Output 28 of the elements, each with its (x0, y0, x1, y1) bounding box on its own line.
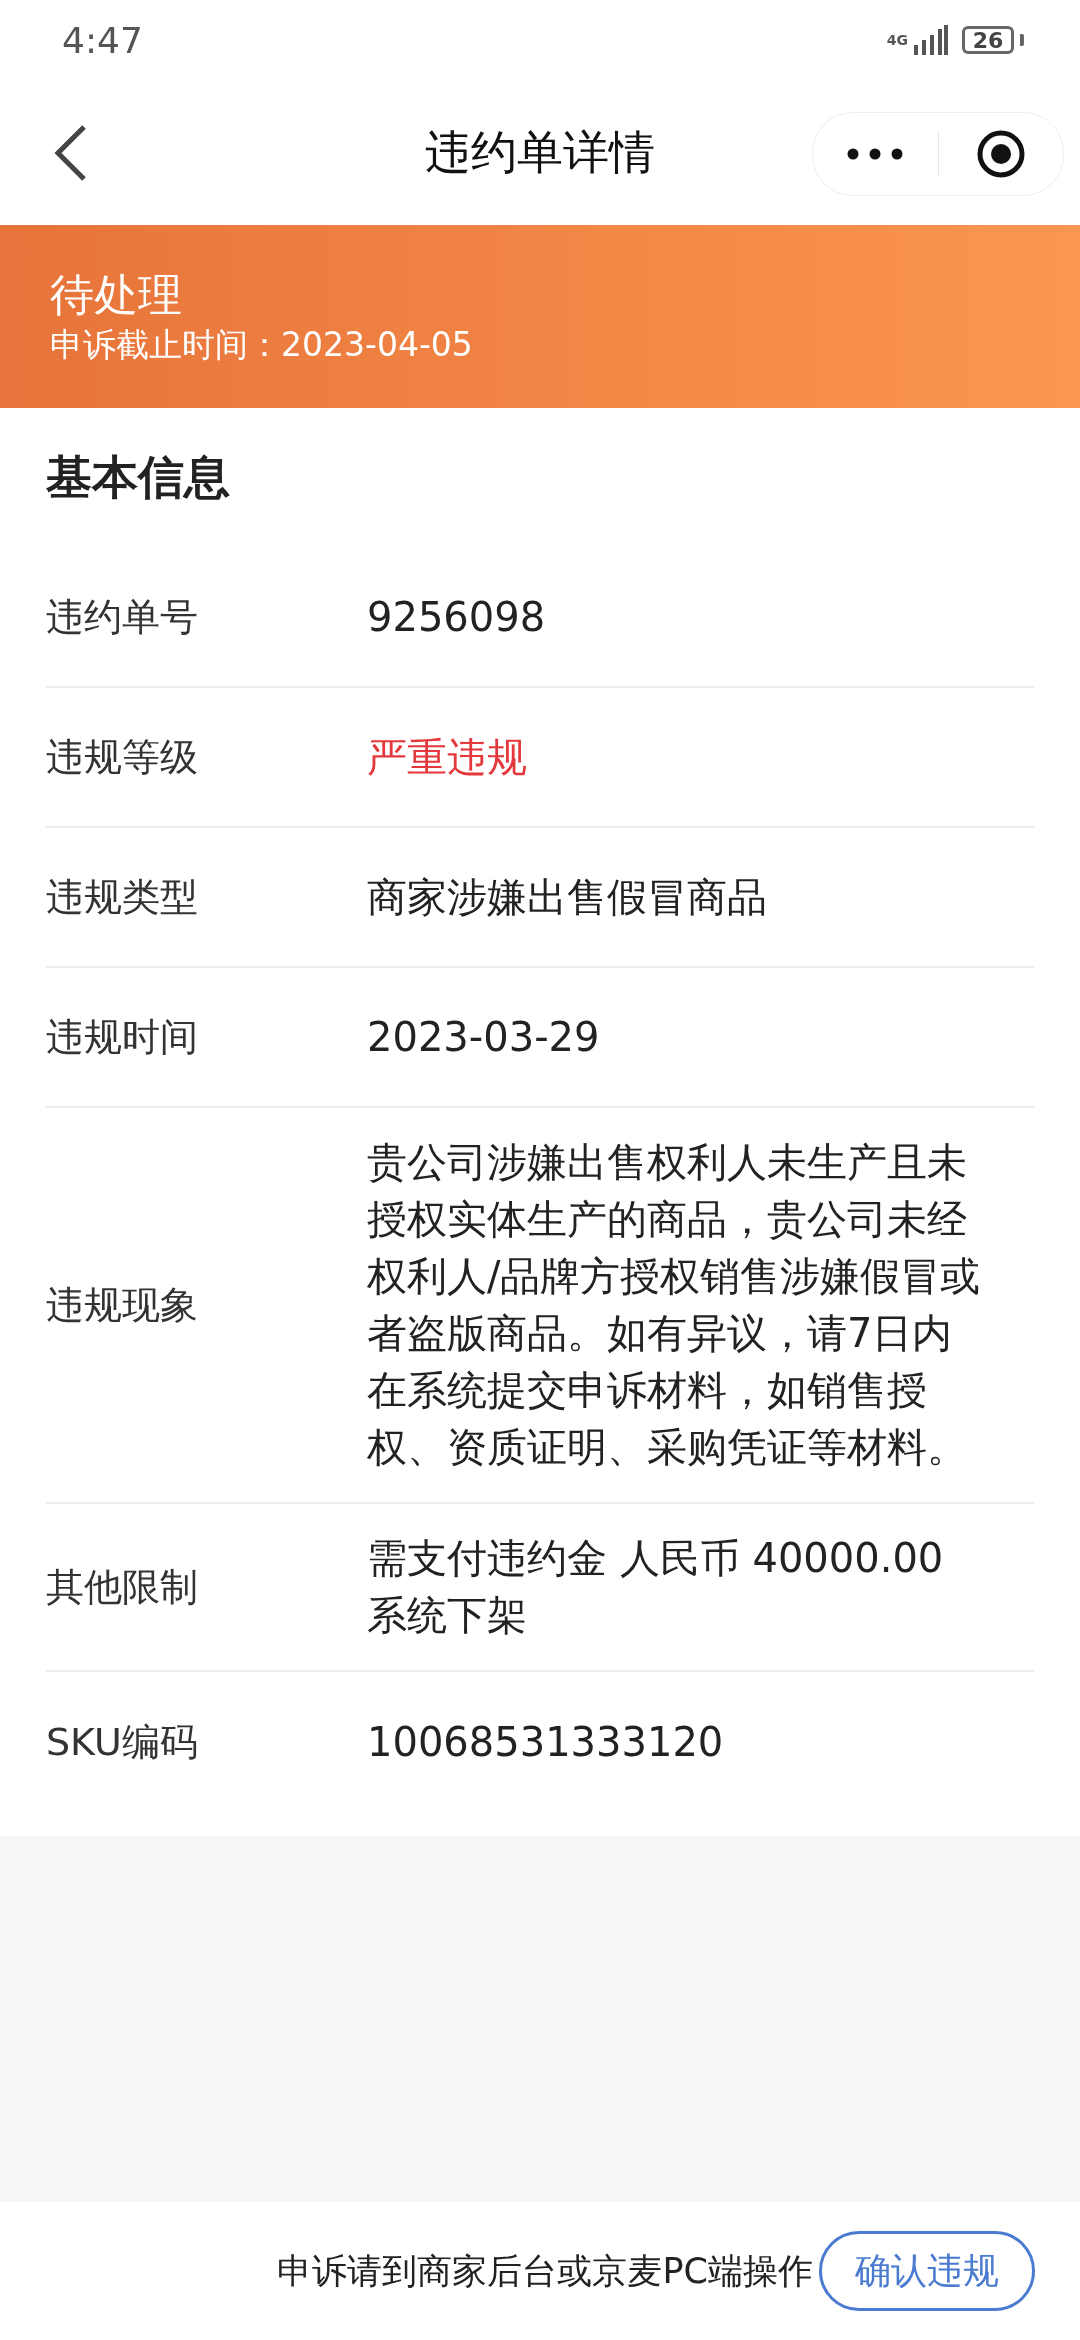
battery-level: 26 (962, 26, 1014, 54)
page-title: 违约单详情 (425, 123, 655, 181)
field-label: SKU编码 (46, 1718, 199, 1766)
field-value: 系统下架 (367, 1591, 527, 1640)
section-title: 基本信息 (46, 449, 231, 506)
field-label: 违约单号 (46, 593, 199, 641)
field-label: 违规等级 (46, 733, 199, 781)
network-label: 4G (886, 32, 908, 48)
field-value: 贵公司涉嫌出售权利人未生产且未授权实体生产的商品，贵公司未经权利人/品牌方授权销售涉嫌假冒或者盗版商品。如有异议，请7日内在系统提交申诉材料，如销售授权、资质证明、采购凭证等材料。 (367, 1138, 982, 1472)
status-time: 4:47 (62, 19, 144, 61)
back-icon[interactable] (52, 124, 88, 182)
field-value: 需支付违约金 人民币 40000.00 (367, 1534, 944, 1583)
signal-icon (914, 25, 948, 55)
deadline-text: 申诉截止时间：2023-04-05 (50, 323, 473, 366)
field-value: 商家涉嫌出售假冒商品 (367, 872, 767, 922)
field-value: 2023-03-29 (367, 1012, 600, 1062)
field-label: 违规时间 (46, 1013, 199, 1061)
confirm-button[interactable]: 确认违规 (819, 2231, 1035, 2311)
field-value: 严重违规 (367, 732, 527, 782)
field-label: 其他限制 (46, 1563, 199, 1611)
field-label: 违规现象 (46, 1281, 199, 1329)
more-icon[interactable] (847, 148, 904, 160)
field-label: 违规类型 (46, 873, 199, 921)
field-value: 9256098 (367, 592, 546, 642)
appeal-hint: 申诉请到商家后台或京麦PC端操作 (277, 2249, 813, 2293)
close-app-icon[interactable] (976, 130, 1025, 178)
status-label: 待处理 (50, 267, 182, 322)
field-value: 10068531333120 (367, 1717, 724, 1767)
